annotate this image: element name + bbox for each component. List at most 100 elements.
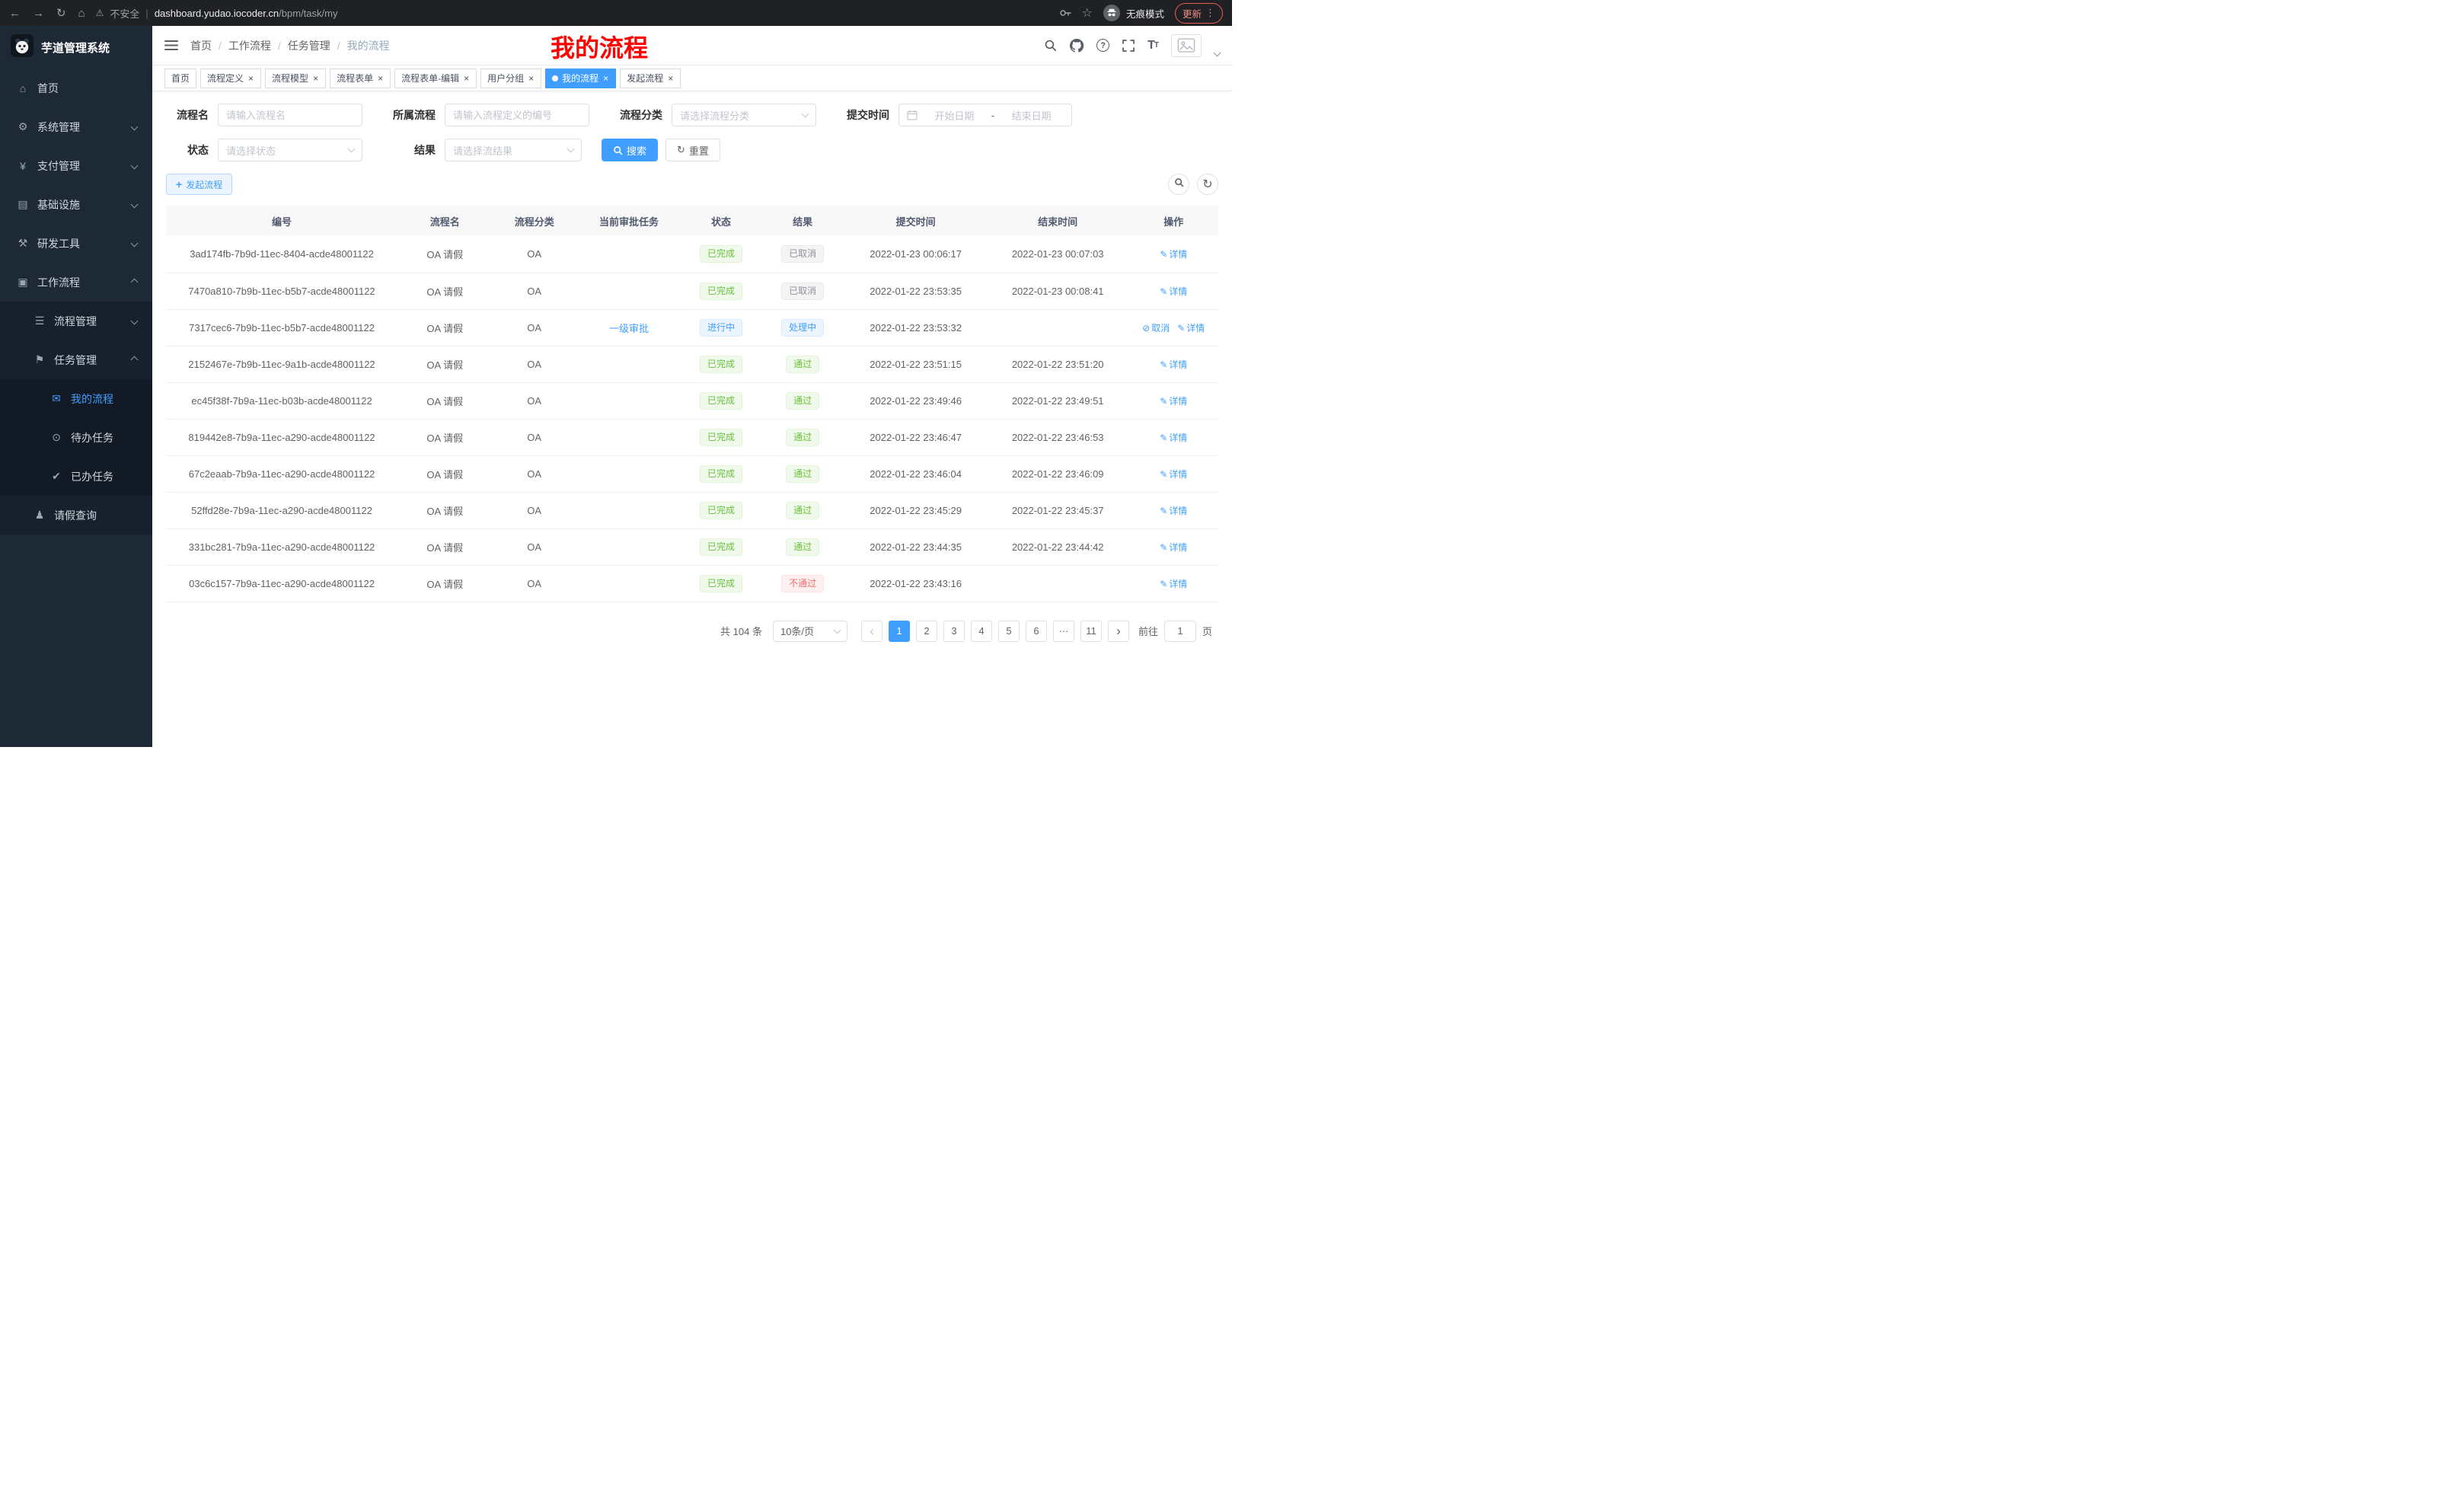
address-bar[interactable]: ⚠ 不安全 | dashboard.yudao.iocoder.cn/bpm/t… [96, 6, 1059, 21]
cell-current-task [576, 382, 681, 419]
tab-close-icon[interactable]: × [312, 74, 319, 83]
cell-current-task [576, 528, 681, 565]
bookmark-star-icon[interactable]: ☆ [1082, 5, 1093, 21]
cell-id: 3ad174fb-7b9d-11ec-8404-acde48001122 [166, 236, 397, 273]
breadcrumb-item-2[interactable]: 任务管理 [288, 38, 330, 53]
sidebar-item-dev-tools[interactable]: ⚒研发工具 [0, 224, 152, 263]
github-icon[interactable] [1070, 39, 1084, 53]
tab-6[interactable]: 我的流程× [545, 69, 616, 88]
user-avatar[interactable] [1171, 34, 1202, 57]
reset-button[interactable]: ↻ 重置 [665, 139, 720, 161]
detail-action-link[interactable]: ✎详情 [1160, 396, 1187, 407]
browser-menu-kebab-icon[interactable]: ⋮ [1205, 7, 1215, 19]
breadcrumb-item-1[interactable]: 工作流程 [228, 38, 271, 53]
sidebar-item-home[interactable]: ⌂首页 [0, 69, 152, 107]
goto-page-input[interactable] [1164, 621, 1196, 642]
page-button-4[interactable]: 4 [971, 621, 992, 642]
fullscreen-icon[interactable] [1122, 40, 1135, 52]
sidebar-item-todo-task[interactable]: ⊙待办任务 [0, 418, 152, 457]
sidebar-item-workflow[interactable]: ▣工作流程 [0, 263, 152, 302]
tab-close-icon[interactable]: × [377, 74, 384, 83]
column-header-8: 操作 [1128, 206, 1218, 236]
sidebar-toggle-button[interactable] [164, 40, 178, 51]
next-page-button[interactable]: › [1108, 621, 1129, 642]
status-tag: 已完成 [700, 575, 742, 592]
cell-status: 已完成 [681, 528, 761, 565]
page-button-3[interactable]: 3 [943, 621, 965, 642]
back-button[interactable]: ← [9, 7, 21, 20]
help-icon[interactable]: ? [1096, 39, 1109, 52]
tab-close-icon[interactable]: × [247, 74, 254, 83]
goto-label: 前往 [1138, 624, 1158, 638]
font-size-icon[interactable]: TT [1147, 39, 1158, 53]
detail-action-link[interactable]: ✎详情 [1160, 359, 1187, 370]
detail-action-link[interactable]: ✎详情 [1160, 579, 1187, 589]
sidebar-item-task-mgmt[interactable]: ⚑任务管理 [0, 340, 152, 379]
chevron-down-icon [131, 318, 139, 325]
page-button-6[interactable]: 6 [1026, 621, 1047, 642]
table-row: 3ad174fb-7b9d-11ec-8404-acde48001122OA 请… [166, 236, 1218, 273]
logo[interactable]: 芋道管理系统 [0, 26, 152, 69]
detail-action-link[interactable]: ✎详情 [1160, 286, 1187, 297]
sidebar-item-infrastructure[interactable]: ▤基础设施 [0, 185, 152, 224]
cell-process-name: OA 请假 [397, 528, 492, 565]
tab-1[interactable]: 流程定义× [200, 69, 261, 88]
status-select[interactable]: 请选择状态 [218, 139, 362, 161]
cancel-action-link[interactable]: ⊘取消 [1142, 323, 1170, 334]
current-task-link[interactable]: 一级审批 [609, 323, 649, 334]
forward-button[interactable]: → [33, 7, 44, 20]
header-search-icon[interactable] [1044, 39, 1057, 52]
process-name-input[interactable] [218, 104, 362, 126]
tab-close-icon[interactable]: × [602, 74, 609, 83]
create-process-button[interactable]: + 发起流程 [166, 174, 232, 195]
submit-time-range-picker[interactable]: 开始日期 - 结束日期 [898, 104, 1072, 126]
sidebar-item-label: 支付管理 [37, 158, 80, 174]
tab-close-icon[interactable]: × [463, 74, 470, 83]
reload-button[interactable]: ↻ [56, 6, 66, 20]
prev-page-button[interactable]: ‹ [861, 621, 883, 642]
page-size-select[interactable]: 10条/页 [773, 621, 847, 642]
tab-close-icon[interactable]: × [667, 74, 674, 83]
page-button-1[interactable]: 1 [889, 621, 910, 642]
status-label: 状态 [166, 142, 209, 158]
page-button-5[interactable]: 5 [998, 621, 1020, 642]
result-select[interactable]: 请选择流结果 [445, 139, 582, 161]
sidebar-item-leave-query[interactable]: ♟请假查询 [0, 496, 152, 535]
tab-close-icon[interactable]: × [528, 74, 535, 83]
action-label: 详情 [1169, 396, 1187, 407]
detail-action-link[interactable]: ✎详情 [1160, 249, 1187, 260]
update-browser-button[interactable]: 更新 ⋮ [1175, 3, 1223, 24]
detail-action-link[interactable]: ✎详情 [1160, 433, 1187, 443]
detail-action-link[interactable]: ✎详情 [1160, 469, 1187, 480]
category-select[interactable]: 请选择流程分类 [672, 104, 816, 126]
tab-7[interactable]: 发起流程× [620, 69, 681, 88]
sidebar-item-payment-mgmt[interactable]: ¥支付管理 [0, 146, 152, 185]
sidebar-item-system-mgmt[interactable]: ⚙系统管理 [0, 107, 152, 146]
sidebar-item-done-task[interactable]: ✔已办任务 [0, 457, 152, 496]
tab-4[interactable]: 流程表单-编辑× [394, 69, 477, 88]
toggle-search-button[interactable] [1168, 174, 1189, 195]
detail-action-link[interactable]: ✎详情 [1160, 506, 1187, 516]
page-button-11[interactable]: 11 [1080, 621, 1102, 642]
tab-2[interactable]: 流程模型× [265, 69, 326, 88]
password-key-icon[interactable] [1059, 7, 1071, 19]
tab-label: 流程定义 [207, 72, 244, 85]
tab-0[interactable]: 首页 [164, 69, 196, 88]
refresh-table-button[interactable]: ↻ [1197, 174, 1218, 195]
tab-5[interactable]: 用户分组× [480, 69, 541, 88]
process-definition-id-input[interactable] [445, 104, 589, 126]
cell-actions: ✎详情 [1128, 528, 1218, 565]
page-button-2[interactable]: 2 [916, 621, 937, 642]
detail-action-link[interactable]: ✎详情 [1160, 542, 1187, 553]
avatar-caret-icon[interactable] [1214, 49, 1221, 56]
tab-3[interactable]: 流程表单× [330, 69, 391, 88]
breadcrumb-item-0[interactable]: 首页 [190, 38, 212, 53]
cell-status: 进行中 [681, 309, 761, 346]
cell-process-name: OA 请假 [397, 419, 492, 455]
search-button[interactable]: 搜索 [602, 139, 658, 161]
home-button[interactable]: ⌂ [78, 7, 85, 20]
detail-action-link[interactable]: ✎详情 [1177, 323, 1205, 334]
sidebar-item-process-mgmt[interactable]: ☰流程管理 [0, 302, 152, 340]
page-more-button[interactable]: ··· [1053, 621, 1074, 642]
sidebar-item-my-process[interactable]: ✉我的流程 [0, 379, 152, 418]
